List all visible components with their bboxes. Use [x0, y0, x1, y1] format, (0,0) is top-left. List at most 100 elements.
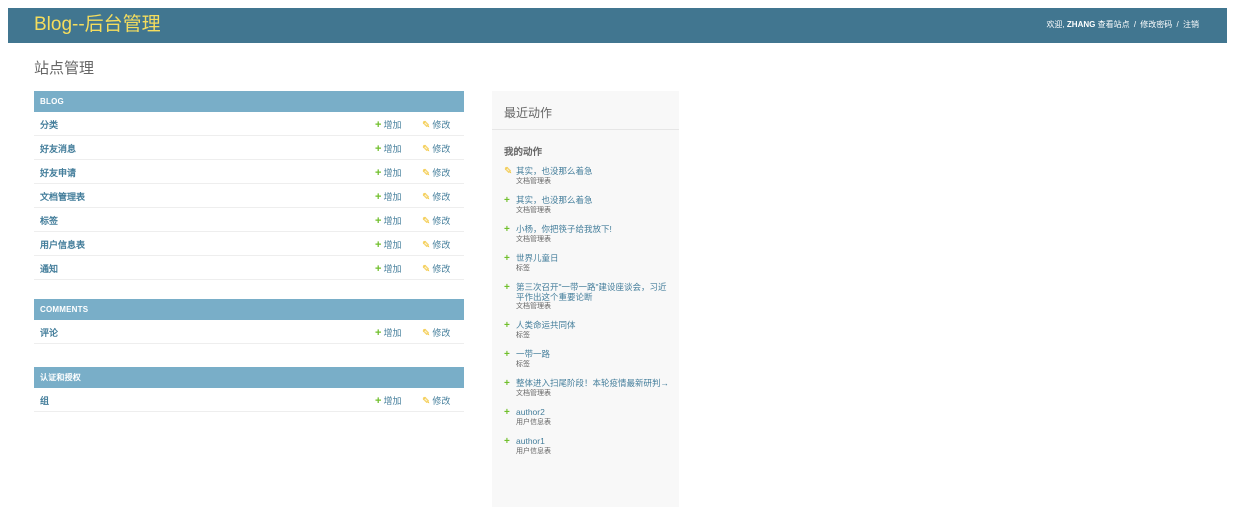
change-label: 修改	[432, 216, 451, 226]
pencil-icon: ✎	[504, 166, 513, 177]
welcome-text: 欢迎,	[1046, 20, 1065, 29]
add-label: 增加	[383, 240, 402, 250]
change-link[interactable]: ✎ 修改	[422, 238, 450, 251]
pencil-icon: ✎	[422, 240, 431, 251]
change-password-link[interactable]: 修改密码	[1140, 20, 1172, 29]
change-link[interactable]: ✎ 修改	[422, 262, 450, 275]
change-link[interactable]: ✎ 修改	[422, 394, 450, 407]
model-row: 分类 + 增加 ✎ 修改	[34, 112, 464, 136]
change-link[interactable]: ✎ 修改	[422, 190, 450, 203]
content-type-label: 文档管理表	[516, 236, 551, 243]
model-row: 好友申请 + 增加 ✎ 修改	[34, 160, 464, 184]
add-link[interactable]: + 增加	[375, 190, 401, 203]
model-row: 标签 + 增加 ✎ 修改	[34, 208, 464, 232]
add-link[interactable]: + 增加	[375, 262, 401, 275]
add-link[interactable]: + 增加	[375, 118, 401, 131]
username: ZHANG	[1066, 20, 1096, 29]
add-icon: +	[504, 407, 510, 418]
content-type-label: 文档管理表	[516, 207, 551, 214]
add-icon: +	[375, 327, 382, 339]
pencil-icon: ✎	[422, 264, 431, 275]
recent-action-link[interactable]: 其实，也没那么着急	[516, 195, 593, 205]
change-link[interactable]: ✎ 修改	[422, 118, 450, 131]
site-branding[interactable]: Blog--后台管理	[34, 12, 161, 38]
model-link[interactable]: 分类	[40, 118, 58, 131]
recent-action-link[interactable]: 人类命运共同体	[516, 320, 576, 330]
add-icon: +	[504, 436, 510, 447]
model-link[interactable]: 好友申请	[40, 166, 76, 179]
add-icon: +	[375, 395, 382, 407]
change-label: 修改	[432, 264, 451, 274]
change-label: 修改	[432, 144, 451, 154]
content-type-label: 文档管理表	[516, 390, 551, 397]
recent-action-item: + 人类命运共同体 标签	[504, 320, 674, 340]
content-type-label: 标签	[516, 332, 530, 339]
add-label: 增加	[383, 396, 402, 406]
model-link[interactable]: 好友消息	[40, 142, 76, 155]
module-caption[interactable]: BLOG	[34, 91, 464, 112]
add-label: 增加	[383, 216, 402, 226]
separator: /	[1176, 20, 1179, 29]
add-link[interactable]: + 增加	[375, 394, 401, 407]
add-link[interactable]: + 增加	[375, 166, 401, 179]
change-label: 修改	[432, 120, 451, 130]
separator: /	[1133, 20, 1137, 29]
recent-action-link[interactable]: author2	[516, 407, 545, 417]
add-label: 增加	[383, 192, 402, 202]
recent-action-link[interactable]: 世界儿童日	[516, 253, 559, 263]
change-label: 修改	[432, 240, 451, 250]
change-label: 修改	[432, 328, 451, 338]
recent-action-link[interactable]: author1	[516, 436, 545, 446]
recent-action-link[interactable]: 一带一路	[516, 349, 550, 359]
module-caption[interactable]: 认证和授权	[34, 367, 464, 388]
add-label: 增加	[383, 168, 402, 178]
add-link[interactable]: + 增加	[375, 238, 401, 251]
model-link[interactable]: 评论	[40, 326, 58, 339]
recent-action-item: + 一带一路标签	[504, 349, 674, 369]
content-type-label: 用户信息表	[516, 419, 551, 426]
model-row: 通知 + 增加 ✎ 修改	[34, 256, 464, 280]
pencil-icon: ✎	[422, 192, 431, 203]
add-icon: +	[504, 320, 510, 331]
add-link[interactable]: + 增加	[375, 214, 401, 227]
change-link[interactable]: ✎ 修改	[422, 326, 450, 339]
add-label: 增加	[383, 120, 402, 130]
change-label: 修改	[432, 168, 451, 178]
content-type-label: 标签	[516, 361, 530, 368]
change-link[interactable]: ✎ 修改	[422, 142, 450, 155]
recent-action-item: + 第三次召开"一带一路"建设座谈会，习近平作出这个重要论断 文档管理表	[504, 282, 674, 311]
my-actions-title: 我的动作	[504, 147, 543, 158]
recent-action-item: + author2 用户信息表	[504, 407, 674, 427]
logout-link[interactable]: 注销	[1183, 20, 1199, 29]
model-link[interactable]: 标签	[40, 214, 58, 227]
model-row: 组 + 增加 ✎ 修改	[34, 388, 464, 412]
divider	[492, 129, 679, 130]
model-link[interactable]: 组	[40, 394, 49, 407]
recent-action-link[interactable]: 第三次召开"一带一路"建设座谈会，习近平作出这个重要论断	[516, 282, 674, 302]
view-site-link[interactable]: 查看站点	[1098, 20, 1130, 29]
add-link[interactable]: + 增加	[375, 326, 401, 339]
recent-action-item: + 其实，也没那么着急 文档管理表	[504, 195, 674, 215]
recent-action-link[interactable]: 其实，也没那么着急	[516, 166, 593, 176]
module-caption[interactable]: COMMENTS	[34, 299, 464, 320]
recent-action-link[interactable]: 小杨，你把筷子给我放下!	[516, 224, 612, 234]
model-row: 评论 + 增加 ✎ 修改	[34, 320, 464, 344]
add-link[interactable]: + 增加	[375, 142, 401, 155]
recent-action-item: ✎ 其实，也没那么着急 文档管理表	[504, 166, 674, 186]
model-row: 文档管理表 + 增加 ✎ 修改	[34, 184, 464, 208]
add-icon: +	[504, 349, 510, 360]
pencil-icon: ✎	[422, 328, 431, 339]
recent-action-item: + 整体进入扫尾阶段！本轮疫情最新研判→ 文档管理表	[504, 378, 674, 398]
page-title: 站点管理	[34, 60, 95, 77]
change-link[interactable]: ✎ 修改	[422, 214, 450, 227]
add-label: 增加	[383, 264, 402, 274]
model-link[interactable]: 用户信息表	[40, 238, 85, 251]
recent-action-link[interactable]: 整体进入扫尾阶段！本轮疫情最新研判→	[516, 378, 669, 388]
change-link[interactable]: ✎ 修改	[422, 166, 450, 179]
app-module: COMMENTS 评论 + 增加 ✎ 修改	[34, 299, 464, 344]
add-icon: +	[375, 239, 382, 251]
content-type-label: 文档管理表	[516, 178, 551, 185]
change-label: 修改	[432, 192, 451, 202]
model-link[interactable]: 文档管理表	[40, 190, 85, 203]
model-link[interactable]: 通知	[40, 262, 58, 275]
